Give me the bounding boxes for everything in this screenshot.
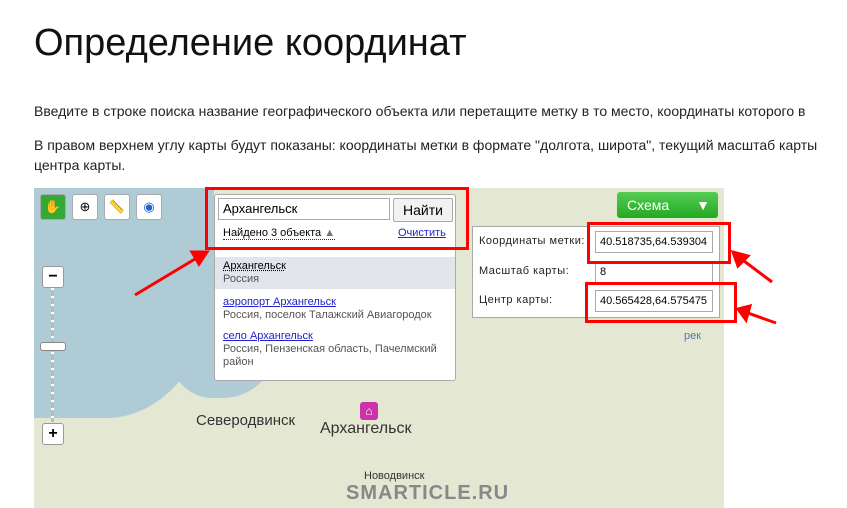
annotation-arrows [134, 249, 777, 325]
